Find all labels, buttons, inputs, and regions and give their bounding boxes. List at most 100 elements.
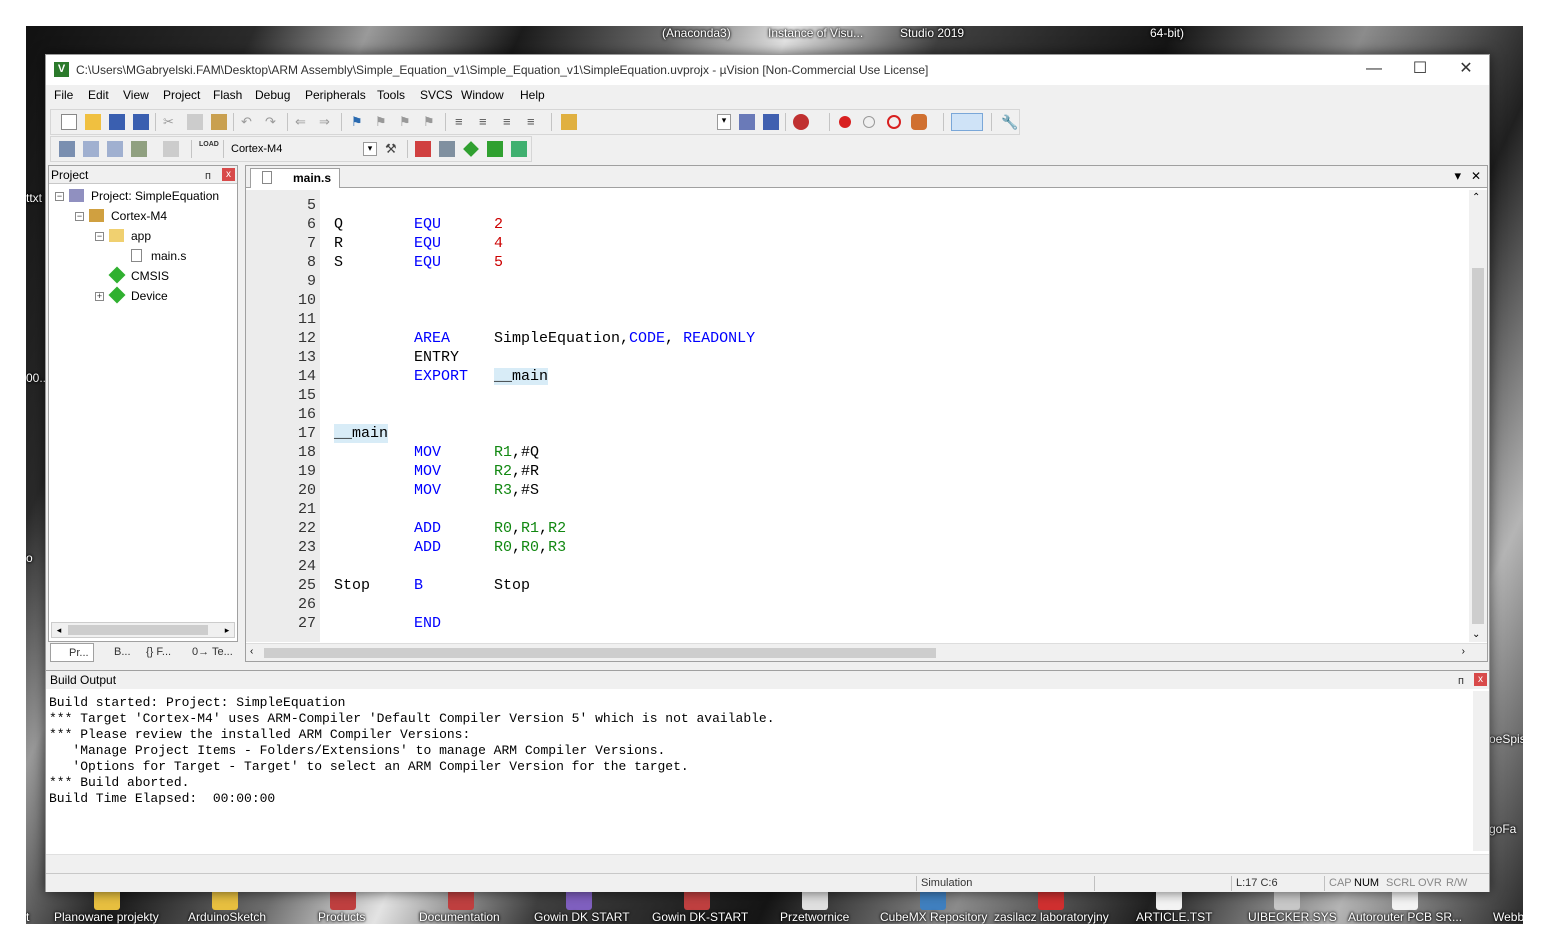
tab-templates[interactable]: 0→ Te...	[188, 643, 236, 662]
close-tab-button[interactable]: ✕	[1471, 169, 1481, 183]
undo-icon[interactable]: ↶	[241, 114, 257, 130]
tab-list-dropdown[interactable]: ▾	[1454, 168, 1461, 184]
tree-project-root[interactable]: Project: SimpleEquation	[91, 187, 219, 205]
target-select[interactable]: Cortex-M4	[227, 140, 367, 158]
close-button[interactable]: ✕	[1443, 55, 1489, 85]
save-all-icon[interactable]	[133, 114, 149, 130]
desktop-icon-label[interactable]: ARTICLE.TST	[1136, 910, 1212, 924]
redo-icon[interactable]: ↷	[265, 114, 281, 130]
translate-icon[interactable]	[59, 141, 75, 157]
new-file-icon[interactable]	[61, 114, 77, 130]
desktop-icon-label[interactable]: Planowane projekty	[54, 910, 159, 924]
target-dropdown[interactable]: ▾	[363, 142, 377, 156]
window-layout-icon[interactable]	[951, 113, 983, 131]
desktop-icon-label[interactable]: UIBECKER.SYS	[1248, 910, 1337, 924]
scroll-left-icon[interactable]: ◂	[52, 623, 66, 637]
scroll-down-icon[interactable]: ⌄	[1472, 629, 1480, 640]
tree-group-app[interactable]: app	[131, 227, 151, 245]
editor-vscroll[interactable]: ⌃ ⌄	[1469, 190, 1487, 642]
disable-breakpoint-icon[interactable]	[863, 116, 875, 128]
menu-project[interactable]: Project	[163, 88, 200, 102]
tab-project[interactable]: Pr...	[50, 643, 94, 662]
pin-icon[interactable]: ᴨ	[205, 167, 211, 185]
batch-build-icon[interactable]	[131, 141, 147, 157]
incremental-find-icon[interactable]	[763, 114, 779, 130]
select-packs-icon[interactable]	[463, 141, 479, 157]
desktop-icon-label[interactable]: zasilacz laboratoryjny	[994, 910, 1109, 924]
tree-device[interactable]: Device	[131, 287, 168, 305]
target-options-icon[interactable]: ⚒	[385, 141, 401, 157]
desktop-icon-label[interactable]: CubeMX Repository	[880, 910, 987, 924]
menu-flash[interactable]: Flash	[213, 88, 242, 102]
tree-file-main[interactable]: main.s	[151, 247, 186, 265]
open-folder-icon[interactable]	[85, 114, 101, 130]
menu-edit[interactable]: Edit	[88, 88, 109, 102]
collapse-icon[interactable]: −	[75, 212, 84, 221]
expand-icon[interactable]: +	[95, 292, 104, 301]
build-hscroll[interactable]	[46, 854, 1489, 870]
menu-tools[interactable]: Tools	[377, 88, 405, 102]
manage-rte-icon[interactable]	[487, 141, 503, 157]
tree-target[interactable]: Cortex-M4	[111, 207, 167, 225]
minimize-button[interactable]: —	[1351, 55, 1397, 85]
collapse-icon[interactable]: −	[95, 232, 104, 241]
scroll-right-icon[interactable]: ▸	[220, 623, 234, 637]
collapse-icon[interactable]: −	[55, 192, 64, 201]
close-panel-button[interactable]: x	[1474, 673, 1487, 686]
desktop-icon-label[interactable]: Gowin DK START	[534, 910, 630, 924]
cut-icon[interactable]: ✂	[163, 114, 179, 130]
editor-vscroll-thumb[interactable]	[1472, 268, 1484, 624]
bookmark-icon[interactable]: ⚑	[351, 114, 367, 130]
manage-components-icon[interactable]	[439, 141, 455, 157]
desktop-icon-label[interactable]: Gowin DK-START	[652, 910, 748, 924]
menu-window[interactable]: Window	[461, 88, 504, 102]
tab-functions[interactable]: {} F...	[142, 643, 186, 662]
kill-breakpoints-icon[interactable]	[887, 115, 901, 129]
menu-file[interactable]: File	[54, 88, 73, 102]
editor-hscroll[interactable]: ‹ ›	[246, 643, 1487, 661]
paste-icon[interactable]	[211, 114, 227, 130]
breakpoint-options-icon[interactable]	[911, 114, 927, 130]
find-icon[interactable]	[739, 114, 755, 130]
desktop-icon-label[interactable]: Autorouter PCB SR...	[1348, 910, 1462, 924]
build-vscroll[interactable]	[1473, 691, 1489, 851]
desktop-icon-label[interactable]: Webb	[1493, 910, 1523, 924]
nav-forward-icon[interactable]: ⇒	[319, 114, 335, 130]
pin-icon[interactable]: ᴨ	[1458, 672, 1464, 690]
find-combo-dropdown[interactable]: ▾	[717, 114, 731, 130]
download-icon[interactable]: LOAD	[199, 141, 219, 157]
tree-cmsis[interactable]: CMSIS	[131, 267, 169, 285]
prev-bookmark-icon[interactable]: ⚑	[375, 114, 391, 130]
desktop-icon-label[interactable]: Documentation	[419, 910, 500, 924]
pack-installer-icon[interactable]	[511, 141, 527, 157]
tab-books[interactable]: B...	[96, 643, 140, 662]
scroll-left-icon[interactable]: ‹	[250, 646, 253, 657]
menu-view[interactable]: View	[123, 88, 149, 102]
close-panel-button[interactable]: x	[222, 168, 235, 181]
project-hscroll[interactable]: ◂ ▸	[51, 622, 235, 638]
rebuild-icon[interactable]	[107, 141, 123, 157]
find-in-files-icon[interactable]	[561, 114, 577, 130]
clear-bookmarks-icon[interactable]: ⚑	[423, 114, 439, 130]
build-icon[interactable]	[83, 141, 99, 157]
desktop-icon-label[interactable]: Przetwornice	[780, 910, 849, 924]
next-bookmark-icon[interactable]: ⚑	[399, 114, 415, 130]
uncomment-icon[interactable]: ≡	[527, 114, 543, 130]
copy-icon[interactable]	[187, 114, 203, 130]
configure-icon[interactable]: 🔧	[1001, 114, 1018, 130]
editor-hscroll-thumb[interactable]	[264, 648, 936, 658]
debug-session-icon[interactable]	[793, 114, 809, 130]
desktop-icon-label[interactable]: t	[26, 910, 29, 924]
menu-peripherals[interactable]: Peripherals	[305, 88, 366, 102]
scroll-up-icon[interactable]: ⌃	[1472, 192, 1480, 203]
comment-icon[interactable]: ≡	[503, 114, 519, 130]
insert-breakpoint-icon[interactable]	[839, 116, 851, 128]
menu-debug[interactable]: Debug	[255, 88, 290, 102]
menu-svcs[interactable]: SVCS	[420, 88, 453, 102]
menu-help[interactable]: Help	[520, 88, 545, 102]
title-bar[interactable]: V C:\Users\MGabryelski.FAM\Desktop\ARM A…	[46, 55, 1489, 85]
maximize-button[interactable]: ☐	[1397, 55, 1443, 85]
desktop-icon-label[interactable]: ArduinoSketch	[188, 910, 266, 924]
nav-back-icon[interactable]: ⇐	[295, 114, 311, 130]
indent-icon[interactable]: ≡	[455, 114, 471, 130]
